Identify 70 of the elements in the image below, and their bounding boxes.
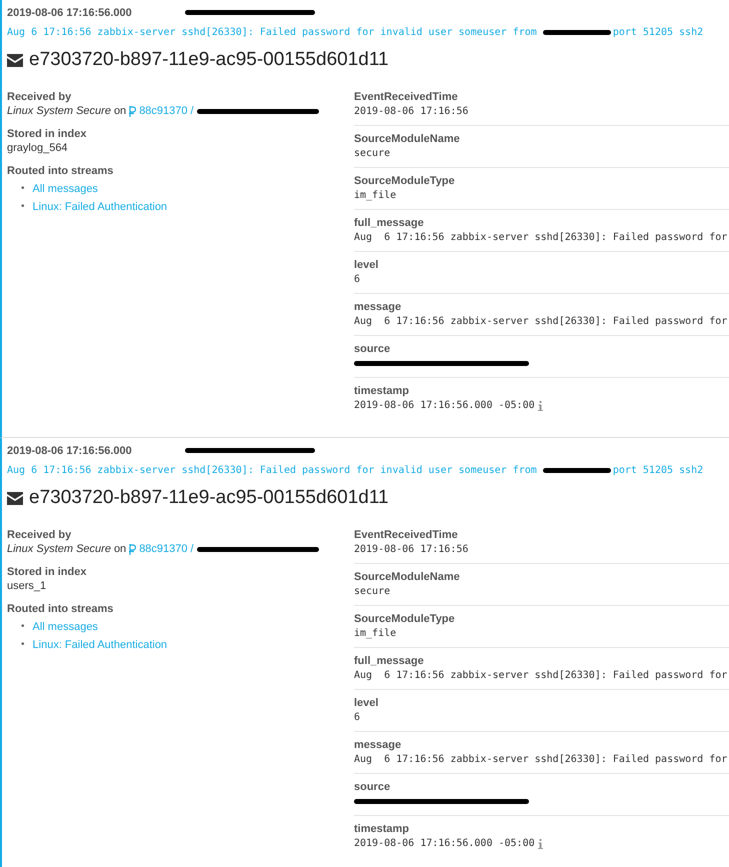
message-timestamp: 2019-08-06 17:16:56.000 [7, 6, 133, 18]
field-name: SourceModuleType [354, 612, 456, 626]
section-label: Stored in index [7, 127, 88, 141]
field-value: secure [354, 585, 390, 599]
field-value: Aug 6 17:16:56 zabbix-server sshd[26330]: Failed password for [354, 231, 728, 245]
field-value: Aug 6 17:16:56 zabbix-server sshd[26330]: Failed password for [354, 753, 728, 767]
section-label: Received by [7, 90, 72, 104]
section-label: Stored in index [7, 565, 88, 579]
field-name: timestamp [354, 822, 410, 836]
node-link[interactable]: 88c91370 [139, 104, 188, 118]
field-name: EventReceivedTime [354, 528, 459, 542]
separator-text: / [190, 104, 194, 118]
stream-link[interactable]: Linux: Failed Authentication [32, 636, 168, 654]
node-icon [129, 544, 136, 554]
info-icon[interactable] [538, 400, 543, 410]
field-name: message [354, 300, 402, 314]
field-name: source [354, 780, 392, 794]
on-text: on [114, 542, 126, 556]
node-link[interactable]: 88c91370 [139, 542, 188, 556]
message-id: e7303720-b897-11e9-ac95-00155d601d11 [29, 49, 389, 71]
field-value: 6 [354, 711, 360, 725]
redaction-mark [542, 30, 611, 34]
message-timestamp: 2019-08-06 17:16:56.000 [7, 444, 133, 456]
field-value: secure [354, 147, 390, 161]
field-value: 2019-08-06 17:16:56.000 -05:00 [354, 399, 535, 413]
field-name: level [354, 258, 380, 272]
redaction-mark [542, 468, 611, 472]
on-text: on [114, 104, 126, 118]
envelope-icon [7, 54, 23, 66]
field-value: im_file [354, 189, 396, 203]
field-name: level [354, 696, 380, 710]
input-name: Linux System Secure [7, 104, 111, 118]
field-name: message [354, 738, 402, 752]
field-name: full_message [354, 216, 425, 230]
bullet: • [21, 182, 25, 196]
stream-link[interactable]: All messages [32, 180, 98, 198]
node-icon [129, 106, 136, 116]
field-value: Aug 6 17:16:56 zabbix-server sshd[26330]: Failed password for [354, 669, 728, 683]
envelope-icon [7, 492, 23, 504]
stream-link[interactable]: All messages [32, 618, 98, 636]
field-value: 6 [354, 273, 360, 287]
log-line: port 51205 ssh2 [612, 26, 704, 38]
bullet: • [21, 200, 25, 214]
field-name: timestamp [354, 384, 410, 398]
index-name: users_1 [7, 579, 48, 593]
bullet: • [21, 620, 25, 634]
field-name: SourceModuleType [354, 174, 456, 188]
section-label: Received by [7, 528, 72, 542]
field-name: full_message [354, 654, 425, 668]
field-value: 2019-08-06 17:16:56.000 -05:00 [354, 837, 535, 851]
log-line: Aug 6 17:16:56 zabbix-server sshd[26330]: Failed password for invalid user someuser from [7, 464, 537, 476]
stream-link[interactable]: Linux: Failed Authentication [32, 198, 168, 216]
input-name: Linux System Secure [7, 542, 111, 556]
section-label: Routed into streams [7, 602, 114, 616]
field-name: SourceModuleName [354, 570, 461, 584]
field-name: SourceModuleName [354, 132, 461, 146]
field-value: Aug 6 17:16:56 zabbix-server sshd[26330]: Failed password for [354, 315, 728, 329]
field-value: 2019-08-06 17:16:56 [354, 543, 468, 557]
section-label: Routed into streams [7, 164, 114, 178]
index-name: graylog_564 [7, 141, 69, 155]
separator-text: / [190, 542, 194, 556]
field-name: source [354, 342, 392, 356]
info-icon[interactable] [538, 838, 543, 848]
bullet: • [21, 638, 25, 652]
field-value: 2019-08-06 17:16:56 [354, 105, 468, 119]
message-id: e7303720-b897-11e9-ac95-00155d601d11 [29, 487, 389, 509]
field-name: EventReceivedTime [354, 90, 459, 104]
log-line: Aug 6 17:16:56 zabbix-server sshd[26330]: Failed password for invalid user someuser from [7, 26, 537, 38]
field-value: im_file [354, 627, 396, 641]
log-line: port 51205 ssh2 [612, 464, 704, 476]
